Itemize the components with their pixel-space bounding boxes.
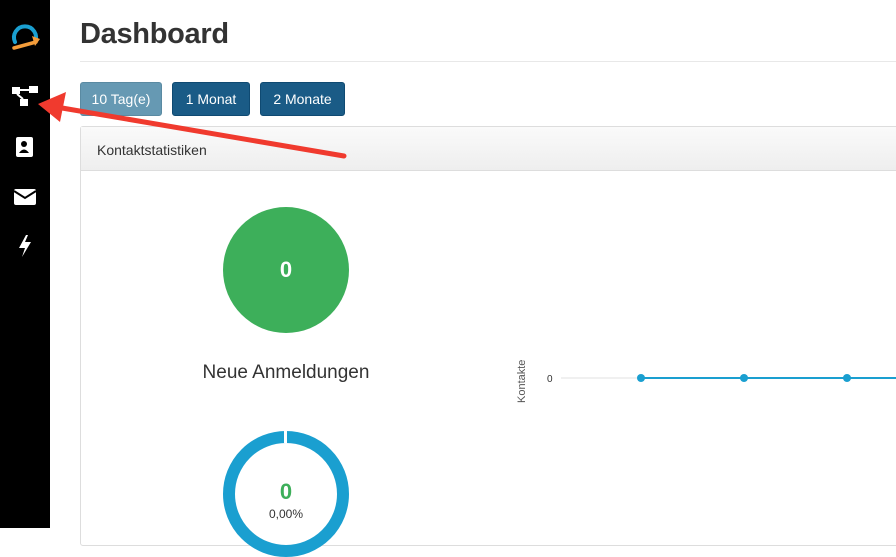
- campaign-bolt-icon: [17, 234, 33, 263]
- sidebar-item-segments[interactable]: [0, 78, 50, 118]
- contacts-icon: [15, 136, 35, 163]
- sidebar: [0, 0, 50, 528]
- sidebar-item-campaigns[interactable]: [0, 228, 50, 268]
- ring-percent: 0,00%: [268, 507, 304, 521]
- main-content: Dashboard 10 Tag(e) 1 Monat 2 Monate Kon…: [50, 0, 896, 557]
- y-tick-label: 0: [547, 374, 553, 385]
- sidebar-item-email[interactable]: [0, 179, 50, 219]
- data-point-0[interactable]: [637, 374, 645, 382]
- new-signups-value: 0: [279, 257, 293, 282]
- page-title: Dashboard: [80, 18, 229, 50]
- data-point-1[interactable]: [740, 374, 748, 382]
- filter-10-days-button[interactable]: 10 Tag(e): [80, 82, 162, 116]
- ring-gap: [284, 429, 287, 443]
- filter-1-month-button[interactable]: 1 Monat: [172, 82, 250, 116]
- data-point-2[interactable]: [843, 374, 851, 382]
- contacts-line-chart: Kontakte 0: [516, 360, 896, 403]
- new-signups-label: Neue Anmeldungen: [202, 362, 370, 383]
- new-signups-circle: 0: [223, 207, 349, 333]
- panel-header: Kontaktstatistiken: [81, 127, 896, 171]
- logo-icon[interactable]: [8, 22, 44, 56]
- panel-title: Kontaktstatistiken: [97, 142, 207, 158]
- chart-ylabel: Kontakte: [516, 360, 528, 403]
- ring-value: 0: [279, 479, 293, 504]
- sidebar-item-contacts[interactable]: [0, 129, 50, 169]
- contact-stats-panel: Kontaktstatistiken 0 Neue Anmeldungen 0 …: [80, 126, 896, 557]
- segments-icon: [11, 84, 39, 113]
- title-divider: [80, 61, 896, 62]
- filter-2-months-button[interactable]: 2 Monate: [260, 82, 345, 116]
- email-icon: [13, 188, 37, 211]
